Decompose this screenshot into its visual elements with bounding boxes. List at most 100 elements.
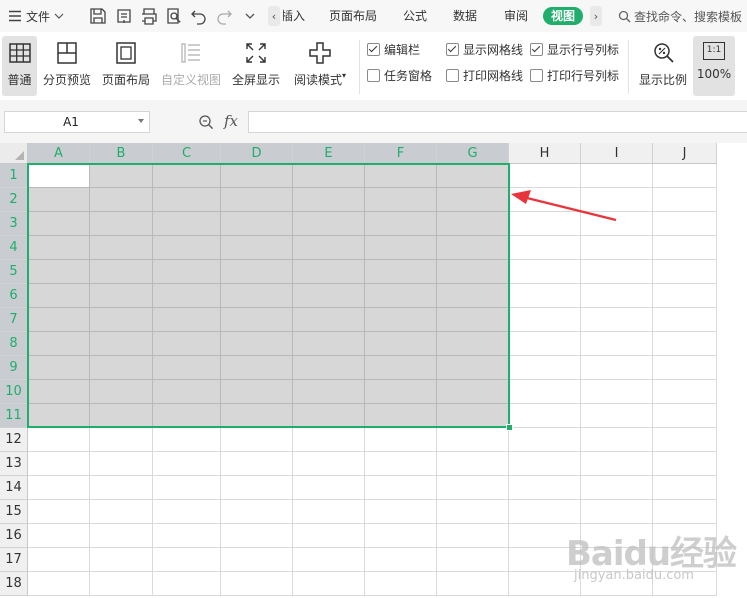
cell-d3[interactable] <box>221 212 293 236</box>
print-headings-checkbox[interactable]: 打印行号列标 <box>530 67 619 83</box>
cell-g15[interactable] <box>437 500 509 524</box>
cell-j17[interactable] <box>653 548 717 572</box>
cell-d14[interactable] <box>221 476 293 500</box>
cell-i5[interactable] <box>581 260 653 284</box>
cell-b11[interactable] <box>90 404 153 428</box>
cell-f6[interactable] <box>365 284 437 308</box>
cell-f13[interactable] <box>365 452 437 476</box>
cell-d6[interactable] <box>221 284 293 308</box>
cell-j14[interactable] <box>653 476 717 500</box>
cell-e11[interactable] <box>293 404 365 428</box>
cell-j11[interactable] <box>653 404 717 428</box>
print-preview-icon[interactable] <box>164 6 184 26</box>
row-header-15[interactable]: 15 <box>0 500 28 524</box>
column-header-b[interactable]: B <box>90 143 153 164</box>
row-header-17[interactable]: 17 <box>0 548 28 572</box>
cell-g12[interactable] <box>437 428 509 452</box>
cell-g14[interactable] <box>437 476 509 500</box>
cell-c11[interactable] <box>153 404 221 428</box>
cell-b4[interactable] <box>90 236 153 260</box>
cell-c13[interactable] <box>153 452 221 476</box>
cell-h9[interactable] <box>509 356 581 380</box>
cell-h10[interactable] <box>509 380 581 404</box>
cell-c10[interactable] <box>153 380 221 404</box>
cell-e15[interactable] <box>293 500 365 524</box>
cell-h1[interactable] <box>509 164 581 188</box>
column-header-h[interactable]: H <box>509 143 581 164</box>
cell-i16[interactable] <box>581 524 653 548</box>
cell-e9[interactable] <box>293 356 365 380</box>
column-header-d[interactable]: D <box>221 143 293 164</box>
cell-h11[interactable] <box>509 404 581 428</box>
cell-h3[interactable] <box>509 212 581 236</box>
column-header-g[interactable]: G <box>437 143 509 164</box>
cell-e8[interactable] <box>293 332 365 356</box>
cell-a9[interactable] <box>28 356 90 380</box>
cell-j13[interactable] <box>653 452 717 476</box>
cell-f8[interactable] <box>365 332 437 356</box>
cell-j4[interactable] <box>653 236 717 260</box>
cell-b17[interactable] <box>90 548 153 572</box>
cell-h18[interactable] <box>509 572 581 596</box>
cell-e17[interactable] <box>293 548 365 572</box>
cell-e13[interactable] <box>293 452 365 476</box>
cell-e6[interactable] <box>293 284 365 308</box>
cell-j10[interactable] <box>653 380 717 404</box>
cell-j16[interactable] <box>653 524 717 548</box>
cell-i13[interactable] <box>581 452 653 476</box>
cell-h6[interactable] <box>509 284 581 308</box>
cell-e2[interactable] <box>293 188 365 212</box>
cell-g1[interactable] <box>437 164 509 188</box>
cell-a7[interactable] <box>28 308 90 332</box>
cell-e10[interactable] <box>293 380 365 404</box>
cell-e14[interactable] <box>293 476 365 500</box>
column-header-c[interactable]: C <box>153 143 221 164</box>
cell-b7[interactable] <box>90 308 153 332</box>
cell-e7[interactable] <box>293 308 365 332</box>
cell-c5[interactable] <box>153 260 221 284</box>
cell-d15[interactable] <box>221 500 293 524</box>
fill-handle[interactable] <box>506 424 513 431</box>
cell-h16[interactable] <box>509 524 581 548</box>
cell-i7[interactable] <box>581 308 653 332</box>
row-header-2[interactable]: 2 <box>0 188 28 212</box>
cell-g18[interactable] <box>437 572 509 596</box>
command-search[interactable]: 查找命令、搜索模板 <box>618 7 742 25</box>
cell-h4[interactable] <box>509 236 581 260</box>
cell-c15[interactable] <box>153 500 221 524</box>
column-header-j[interactable]: J <box>653 143 717 164</box>
cell-f3[interactable] <box>365 212 437 236</box>
cell-i18[interactable] <box>581 572 653 596</box>
cell-g3[interactable] <box>437 212 509 236</box>
cell-j5[interactable] <box>653 260 717 284</box>
cell-j2[interactable] <box>653 188 717 212</box>
cell-area[interactable] <box>27 163 747 598</box>
cell-c2[interactable] <box>153 188 221 212</box>
column-header-e[interactable]: E <box>293 143 365 164</box>
cell-a8[interactable] <box>28 332 90 356</box>
cell-b1[interactable] <box>90 164 153 188</box>
cell-c7[interactable] <box>153 308 221 332</box>
print-gridlines-checkbox[interactable]: 打印网格线 <box>446 67 523 83</box>
cell-b2[interactable] <box>90 188 153 212</box>
cell-j7[interactable] <box>653 308 717 332</box>
cell-j18[interactable] <box>653 572 717 596</box>
tab-formulas[interactable]: 公式 <box>403 7 427 25</box>
cell-i2[interactable] <box>581 188 653 212</box>
cell-b14[interactable] <box>90 476 153 500</box>
cell-b16[interactable] <box>90 524 153 548</box>
select-all-corner[interactable] <box>0 143 28 164</box>
cell-j6[interactable] <box>653 284 717 308</box>
cell-b13[interactable] <box>90 452 153 476</box>
cell-b5[interactable] <box>90 260 153 284</box>
cell-i4[interactable] <box>581 236 653 260</box>
cell-i6[interactable] <box>581 284 653 308</box>
cell-c16[interactable] <box>153 524 221 548</box>
cell-d8[interactable] <box>221 332 293 356</box>
cell-c8[interactable] <box>153 332 221 356</box>
tab-insert[interactable]: 插入 <box>283 7 305 25</box>
cell-c6[interactable] <box>153 284 221 308</box>
cell-g13[interactable] <box>437 452 509 476</box>
cell-c17[interactable] <box>153 548 221 572</box>
cell-g5[interactable] <box>437 260 509 284</box>
